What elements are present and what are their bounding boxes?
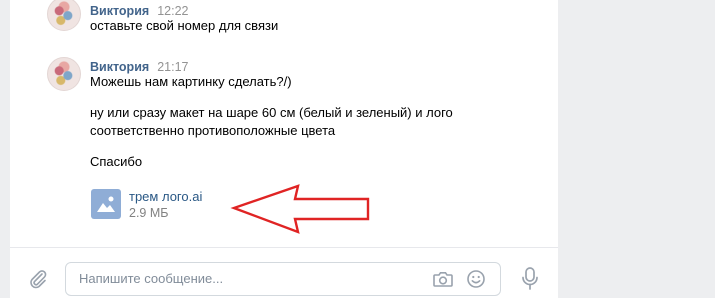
paperclip-icon[interactable] — [27, 268, 49, 295]
microphone-icon[interactable] — [520, 266, 540, 297]
message-time[interactable]: 12:22 — [157, 4, 188, 18]
message-author[interactable]: Виктория — [90, 60, 149, 74]
smile-icon[interactable] — [466, 269, 486, 294]
message-text: соответственно противоположные цвета — [90, 123, 336, 138]
message-input-placeholder: Напишите сообщение... — [79, 271, 224, 286]
avatar[interactable] — [47, 0, 81, 31]
attachment-size: 2.9 МБ — [129, 206, 169, 220]
message-time[interactable]: 21:17 — [157, 60, 188, 74]
chat-history: Виктория 12:22 оставьте свой номер для св… — [10, 0, 558, 298]
message-text: Можешь нам картинку сделать?/) — [90, 74, 292, 89]
message-text: ну или сразу макет на шаре 60 см (белый … — [90, 105, 453, 120]
attachment-name[interactable]: трем лого.ai — [129, 189, 202, 204]
message-text: Спасибо — [90, 154, 143, 169]
camera-icon[interactable] — [432, 269, 454, 294]
message-input[interactable]: Напишите сообщение... — [65, 262, 501, 296]
avatar[interactable] — [47, 57, 81, 91]
divider — [10, 247, 558, 248]
message-text: оставьте свой номер для связи — [90, 18, 279, 33]
image-doc-icon[interactable] — [91, 189, 121, 219]
message-author[interactable]: Виктория — [90, 4, 149, 18]
red-arrow-annotation-icon — [228, 180, 378, 245]
